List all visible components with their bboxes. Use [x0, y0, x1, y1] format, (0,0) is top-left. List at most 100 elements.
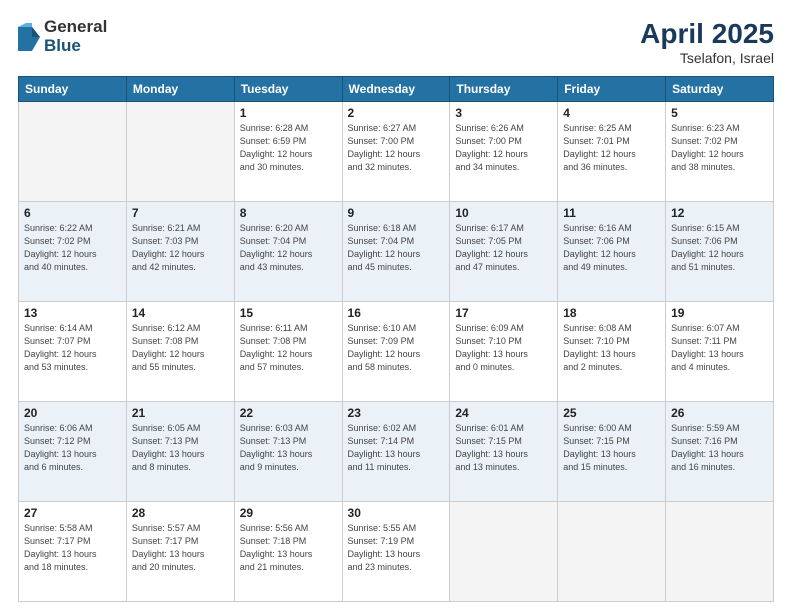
table-row: 28 Sunrise: 5:57 AMSunset: 7:17 PMDayligh… — [126, 502, 234, 602]
day-number: 20 — [24, 406, 121, 420]
table-row: 15 Sunrise: 6:11 AMSunset: 7:08 PMDayligh… — [234, 302, 342, 402]
day-info: Sunrise: 6:26 AMSunset: 7:00 PMDaylight:… — [455, 122, 552, 174]
table-row: 29Sunrise: 5:56 AMSunset: 7:18 PMDayligh… — [234, 502, 342, 602]
day-info: Sunrise: 6:23 AMSunset: 7:02 PMDaylight:… — [671, 122, 768, 174]
location-title: Tselafon, Israel — [640, 50, 774, 66]
day-number: 5 — [671, 106, 768, 120]
calendar-week-row: 13 Sunrise: 6:14 AMSunset: 7:07 PMDayligh… — [19, 302, 774, 402]
table-row: 17Sunrise: 6:09 AMSunset: 7:10 PMDayligh… — [450, 302, 558, 402]
table-row: 21Sunrise: 6:05 AMSunset: 7:13 PMDayligh… — [126, 402, 234, 502]
day-number: 16 — [348, 306, 445, 320]
title-block: April 2025 Tselafon, Israel — [640, 18, 774, 66]
day-info: Sunrise: 5:58 AMSunset: 7:17 PMDaylight:… — [24, 522, 121, 574]
day-number: 2 — [348, 106, 445, 120]
day-number: 27 — [24, 506, 121, 520]
day-info: Sunrise: 6:05 AMSunset: 7:13 PMDaylight:… — [132, 422, 229, 474]
table-row — [558, 502, 666, 602]
col-saturday: Saturday — [666, 77, 774, 102]
col-sunday: Sunday — [19, 77, 127, 102]
day-info: Sunrise: 6:25 AMSunset: 7:01 PMDaylight:… — [563, 122, 660, 174]
calendar: Sunday Monday Tuesday Wednesday Thursday… — [18, 76, 774, 602]
table-row: 12 Sunrise: 6:15 AMSunset: 7:06 PMDayligh… — [666, 202, 774, 302]
day-number: 6 — [24, 206, 121, 220]
day-number: 30 — [348, 506, 445, 520]
day-info: Sunrise: 6:00 AMSunset: 7:15 PMDaylight:… — [563, 422, 660, 474]
day-number: 7 — [132, 206, 229, 220]
table-row: 26Sunrise: 5:59 AMSunset: 7:16 PMDayligh… — [666, 402, 774, 502]
day-number: 14 — [132, 306, 229, 320]
col-monday: Monday — [126, 77, 234, 102]
table-row: 20 Sunrise: 6:06 AMSunset: 7:12 PMDayligh… — [19, 402, 127, 502]
day-info: Sunrise: 6:02 AMSunset: 7:14 PMDaylight:… — [348, 422, 445, 474]
table-row: 30 Sunrise: 5:55 AMSunset: 7:19 PMDayligh… — [342, 502, 450, 602]
col-friday: Friday — [558, 77, 666, 102]
col-thursday: Thursday — [450, 77, 558, 102]
day-number: 22 — [240, 406, 337, 420]
day-info: Sunrise: 6:01 AMSunset: 7:15 PMDaylight:… — [455, 422, 552, 474]
day-info: Sunrise: 6:27 AMSunset: 7:00 PMDaylight:… — [348, 122, 445, 174]
table-row — [450, 502, 558, 602]
col-tuesday: Tuesday — [234, 77, 342, 102]
col-wednesday: Wednesday — [342, 77, 450, 102]
day-info: Sunrise: 6:07 AMSunset: 7:11 PMDaylight:… — [671, 322, 768, 374]
day-info: Sunrise: 5:55 AMSunset: 7:19 PMDaylight:… — [348, 522, 445, 574]
day-number: 9 — [348, 206, 445, 220]
day-number: 11 — [563, 206, 660, 220]
logo: General Blue — [18, 18, 107, 55]
month-title: April 2025 — [640, 18, 774, 50]
day-info: Sunrise: 6:10 AMSunset: 7:09 PMDaylight:… — [348, 322, 445, 374]
table-row — [666, 502, 774, 602]
day-info: Sunrise: 6:12 AMSunset: 7:08 PMDaylight:… — [132, 322, 229, 374]
table-row: 4Sunrise: 6:25 AMSunset: 7:01 PMDaylight… — [558, 102, 666, 202]
table-row — [126, 102, 234, 202]
day-number: 8 — [240, 206, 337, 220]
calendar-week-row: 6 Sunrise: 6:22 AMSunset: 7:02 PMDaylight… — [19, 202, 774, 302]
logo-icon — [18, 23, 40, 51]
table-row: 19 Sunrise: 6:07 AMSunset: 7:11 PMDayligh… — [666, 302, 774, 402]
table-row: 2 Sunrise: 6:27 AMSunset: 7:00 PMDaylight… — [342, 102, 450, 202]
day-number: 12 — [671, 206, 768, 220]
table-row: 10Sunrise: 6:17 AMSunset: 7:05 PMDayligh… — [450, 202, 558, 302]
day-number: 19 — [671, 306, 768, 320]
day-info: Sunrise: 5:56 AMSunset: 7:18 PMDaylight:… — [240, 522, 337, 574]
table-row: 22Sunrise: 6:03 AMSunset: 7:13 PMDayligh… — [234, 402, 342, 502]
day-info: Sunrise: 6:20 AMSunset: 7:04 PMDaylight:… — [240, 222, 337, 274]
table-row: 11Sunrise: 6:16 AMSunset: 7:06 PMDayligh… — [558, 202, 666, 302]
table-row — [19, 102, 127, 202]
table-row: 3Sunrise: 6:26 AMSunset: 7:00 PMDaylight… — [450, 102, 558, 202]
page: General Blue April 2025 Tselafon, Israel… — [0, 0, 792, 612]
day-number: 15 — [240, 306, 337, 320]
day-info: Sunrise: 6:22 AMSunset: 7:02 PMDaylight:… — [24, 222, 121, 274]
table-row: 5 Sunrise: 6:23 AMSunset: 7:02 PMDaylight… — [666, 102, 774, 202]
header: General Blue April 2025 Tselafon, Israel — [18, 18, 774, 66]
calendar-header: Sunday Monday Tuesday Wednesday Thursday… — [19, 77, 774, 102]
day-number: 13 — [24, 306, 121, 320]
day-number: 25 — [563, 406, 660, 420]
table-row: 6 Sunrise: 6:22 AMSunset: 7:02 PMDaylight… — [19, 202, 127, 302]
day-info: Sunrise: 5:57 AMSunset: 7:17 PMDaylight:… — [132, 522, 229, 574]
day-number: 23 — [348, 406, 445, 420]
table-row: 7 Sunrise: 6:21 AMSunset: 7:03 PMDaylight… — [126, 202, 234, 302]
day-number: 28 — [132, 506, 229, 520]
day-info: Sunrise: 6:09 AMSunset: 7:10 PMDaylight:… — [455, 322, 552, 374]
day-info: Sunrise: 5:59 AMSunset: 7:16 PMDaylight:… — [671, 422, 768, 474]
table-row: 18Sunrise: 6:08 AMSunset: 7:10 PMDayligh… — [558, 302, 666, 402]
table-row: 8 Sunrise: 6:20 AMSunset: 7:04 PMDaylight… — [234, 202, 342, 302]
day-number: 10 — [455, 206, 552, 220]
day-info: Sunrise: 6:15 AMSunset: 7:06 PMDaylight:… — [671, 222, 768, 274]
table-row: 1Sunrise: 6:28 AMSunset: 6:59 PMDaylight… — [234, 102, 342, 202]
day-info: Sunrise: 6:11 AMSunset: 7:08 PMDaylight:… — [240, 322, 337, 374]
table-row: 14 Sunrise: 6:12 AMSunset: 7:08 PMDayligh… — [126, 302, 234, 402]
table-row: 27 Sunrise: 5:58 AMSunset: 7:17 PMDayligh… — [19, 502, 127, 602]
logo-blue: Blue — [44, 37, 107, 56]
calendar-week-row: 20 Sunrise: 6:06 AMSunset: 7:12 PMDayligh… — [19, 402, 774, 502]
day-info: Sunrise: 6:14 AMSunset: 7:07 PMDaylight:… — [24, 322, 121, 374]
table-row: 25 Sunrise: 6:00 AMSunset: 7:15 PMDayligh… — [558, 402, 666, 502]
header-row: Sunday Monday Tuesday Wednesday Thursday… — [19, 77, 774, 102]
day-number: 24 — [455, 406, 552, 420]
calendar-week-row: 27 Sunrise: 5:58 AMSunset: 7:17 PMDayligh… — [19, 502, 774, 602]
day-info: Sunrise: 6:06 AMSunset: 7:12 PMDaylight:… — [24, 422, 121, 474]
calendar-week-row: 1Sunrise: 6:28 AMSunset: 6:59 PMDaylight… — [19, 102, 774, 202]
day-number: 1 — [240, 106, 337, 120]
day-info: Sunrise: 6:21 AMSunset: 7:03 PMDaylight:… — [132, 222, 229, 274]
